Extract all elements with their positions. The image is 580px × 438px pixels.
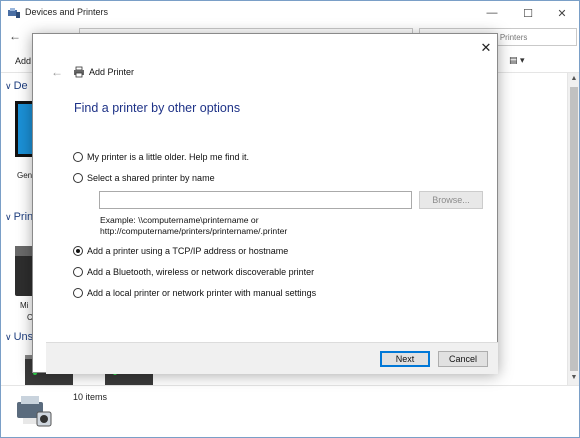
devices-printers-icon [8,8,20,18]
example-line: http://computername/printers/printername… [100,226,288,236]
maximize-icon[interactable]: ☐ [511,1,545,25]
page-heading: Find a printer by other options [74,101,241,115]
option-label: My printer is a little older. Help me fi… [87,152,250,162]
group-unspecified[interactable]: ∨ Uns [5,331,33,343]
back-arrow-icon[interactable]: ← [51,65,63,79]
scroll-down-icon[interactable]: ▼ [569,373,579,383]
shared-printer-name-input[interactable] [99,191,412,209]
next-button[interactable]: Next [380,351,430,367]
option-tcpip[interactable]: Add a printer using a TCP/IP address or … [73,246,288,256]
option-label: Add a printer using a TCP/IP address or … [87,246,289,256]
add-device-command[interactable]: Add [15,56,31,66]
option-label: Select a shared printer by name [87,173,215,183]
minimize-icon[interactable]: — [475,1,509,25]
chevron-down-icon: ∨ [5,332,12,342]
close-icon[interactable]: ✕ [479,41,493,55]
group-devices[interactable]: ∨ De [5,80,28,92]
dialog-footer: Next Cancel [46,342,498,374]
close-window-icon[interactable]: ✕ [545,1,579,25]
radio-button[interactable] [73,267,83,277]
scroll-up-icon[interactable]: ▲ [569,74,579,84]
chevron-down-icon: ∨ [5,81,12,91]
option-shared-printer[interactable]: Select a shared printer by name [73,173,215,183]
group-label: De [13,80,28,92]
window-title: Devices and Printers [25,7,109,17]
example-text: Example: \\computername\printername or h… [100,215,287,237]
option-label: Add a Bluetooth, wireless or network dis… [87,267,315,277]
radio-button[interactable] [73,288,83,298]
group-label: Uns [13,331,34,343]
option-bluetooth-wireless[interactable]: Add a Bluetooth, wireless or network dis… [73,267,314,277]
option-label: Add a local printer or network printer w… [87,288,317,298]
browse-button[interactable]: Browse... [419,191,483,209]
change-view-icon[interactable]: ▤ ▾ [509,55,541,68]
option-local-manual[interactable]: Add a local printer or network printer w… [73,288,316,298]
radio-button-selected[interactable] [73,246,83,256]
back-arrow-icon[interactable]: ← [9,29,21,43]
radio-button[interactable] [73,152,83,162]
details-pane: 10 items [1,385,579,437]
device-label: Mi [20,301,29,310]
chevron-down-icon: ∨ [5,212,12,222]
radio-button[interactable] [73,173,83,183]
example-line: Example: \\computername\printername or [100,215,259,225]
devices-printers-large-icon [17,396,52,427]
cancel-button[interactable]: Cancel [438,351,488,367]
window-titlebar: Devices and Printers — ☐ ✕ [1,1,579,25]
group-printers[interactable]: ∨ Prin [5,211,33,223]
device-label: Gen [17,171,33,180]
scroll-thumb[interactable] [570,87,578,371]
group-label: Prin [13,211,34,223]
printer-icon [74,66,84,78]
vertical-scrollbar[interactable]: ▲ ▼ [567,73,579,385]
dialog-title: Add Printer [89,67,135,77]
option-older-printer[interactable]: My printer is a little older. Help me fi… [73,152,249,162]
add-printer-dialog: ✕ ← Add Printer Find a printer by other … [32,33,498,374]
item-count: 10 items [73,392,108,402]
